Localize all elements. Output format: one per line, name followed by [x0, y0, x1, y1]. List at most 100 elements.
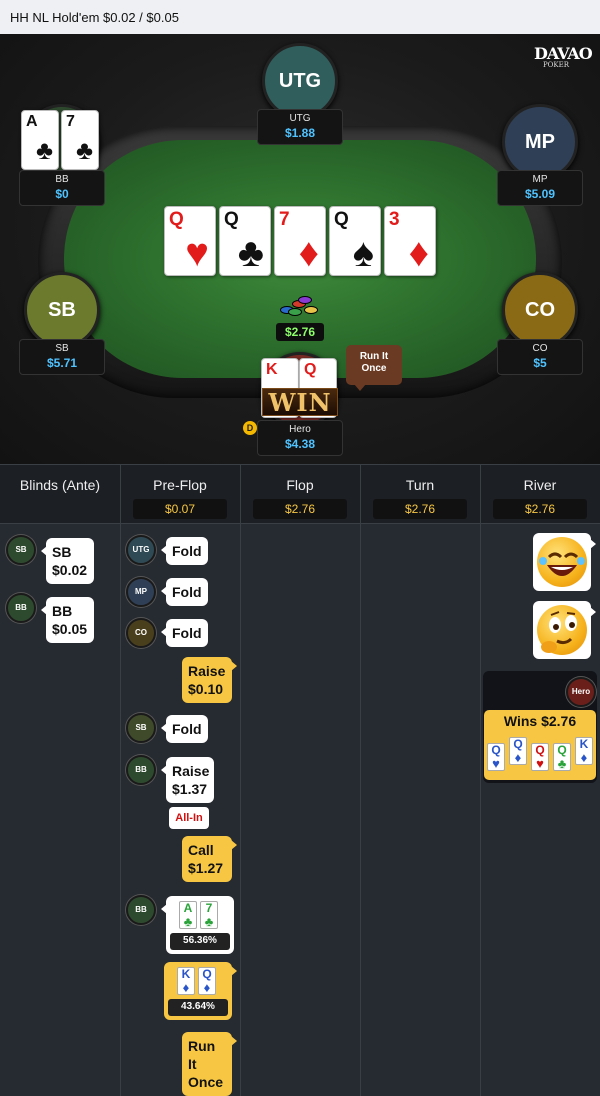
board-card-3: 7 ♦ [274, 206, 326, 276]
column-divider [120, 464, 121, 1096]
win-banner: WIN [262, 388, 338, 417]
seat-label-utg: UTG [278, 69, 322, 92]
column-turn: Turn $2.76 [360, 465, 480, 525]
card-rank: Q [557, 743, 567, 757]
card-rank: A [183, 901, 193, 915]
street-pot: $2.76 [253, 499, 347, 519]
seat-plate-hero: Hero $4.38 [257, 420, 343, 456]
wins-label: Wins $2.76 [503, 713, 577, 729]
seat-avatar-mp[interactable]: MP [502, 104, 578, 180]
diamond-suit-icon: ♦ [203, 980, 211, 995]
club-suit-icon: ♣ [237, 231, 264, 275]
position-token-sb: SB [126, 713, 156, 743]
mini-card: A ♣ [179, 901, 197, 929]
seat-avatar-utg[interactable]: UTG [262, 43, 338, 119]
diamond-suit-icon: ♦ [408, 231, 429, 275]
seat-avatar-sb[interactable]: SB [24, 272, 100, 348]
diamond-suit-icon: ♦ [298, 231, 319, 275]
action-bubble: SB $0.02 [41, 538, 94, 584]
card-rank: K [579, 737, 589, 751]
card-rank: A [26, 113, 38, 130]
player-name: SB [55, 343, 69, 354]
diamond-suit-icon: ♦ [514, 750, 522, 765]
diamond-suit-icon: ♦ [580, 750, 588, 765]
club-suit-icon: ♣ [36, 135, 54, 165]
dealer-button: D [243, 421, 257, 435]
card-rank: K [266, 361, 278, 378]
column-flop: Flop $2.76 [240, 465, 360, 525]
player-name: Hero [289, 424, 311, 435]
club-suit-icon: ♣ [557, 756, 567, 771]
seat-label-co: CO [525, 298, 555, 321]
action-bubble: Fold [161, 619, 208, 647]
seat-plate-co: CO $5 [497, 339, 583, 375]
action-bubble: Fold [161, 537, 208, 565]
mini-card: 7 ♣ [200, 901, 218, 929]
column-divider [360, 464, 361, 1096]
seat-plate-bb: BB $0 [19, 170, 105, 206]
card-rank: 7 [66, 113, 75, 130]
position-token-utg: UTG [126, 535, 156, 565]
diamond-suit-icon: ♦ [182, 980, 190, 995]
card-rank: Q [304, 361, 317, 378]
street-pot: $2.76 [493, 499, 587, 519]
seat-plate-sb: SB $5.71 [19, 339, 105, 375]
bb-hole-card-1: A ♣ [21, 110, 59, 170]
player-stack: $1.88 [284, 126, 316, 140]
seat-plate-mp: MP $5.09 [497, 170, 583, 206]
column-title: Turn [405, 477, 435, 493]
position-token-bb: BB [126, 895, 156, 925]
column-divider [240, 464, 241, 1096]
equity-label: 43.64% [168, 999, 228, 1016]
card-rank: 7 [279, 209, 290, 230]
club-suit-icon: ♣ [76, 135, 94, 165]
mini-card: Q ♦ [198, 967, 216, 995]
mini-card: K ♦ [177, 967, 195, 995]
seat-label-sb: SB [48, 298, 76, 321]
action-bubble: Fold [161, 578, 208, 606]
card-rank: 7 [205, 901, 213, 915]
laughing-emoji-icon [533, 533, 596, 591]
action-bubble: Raise $1.37 [161, 757, 214, 803]
street-pot: $0.07 [133, 499, 227, 519]
pot-chips-icon [278, 296, 322, 318]
player-stack: $4.38 [284, 437, 316, 451]
board-card-5: 3 ♦ [384, 206, 436, 276]
hero-action-bubble: Run It Once [182, 1032, 237, 1096]
window-title: HH NL Hold'em $0.02 / $0.05 [0, 0, 600, 34]
column-title: Pre-Flop [153, 477, 207, 493]
card-rank: K [181, 967, 191, 981]
position-token-bb: BB [126, 755, 156, 785]
action-bubble: Fold [161, 715, 208, 743]
position-token-sb: SB [6, 535, 36, 565]
card-rank: Q [224, 209, 239, 230]
seat-plate-utg: UTG $1.88 [257, 109, 343, 145]
bb-hole-card-2: 7 ♣ [61, 110, 99, 170]
seat-label-mp: MP [525, 130, 555, 153]
position-token-hero: Hero [566, 677, 596, 707]
hero-action-bubble: Raise $0.10 [182, 657, 237, 703]
card-rank: Q [202, 967, 212, 981]
run-it-once-bubble: Run It Once [346, 345, 402, 391]
card-rank: 3 [389, 209, 400, 230]
player-stack: $5.09 [524, 187, 556, 201]
player-stack: $5 [533, 356, 547, 370]
hand-history-header: Blinds (Ante) Pre-Flop $0.07 Flop $2.76 … [0, 464, 600, 524]
heart-suit-icon: ♥ [536, 756, 544, 771]
card-rank: Q [491, 743, 501, 757]
davao-poker-logo: DAVAO POKER [534, 44, 593, 69]
heart-suit-icon: ♥ [185, 231, 209, 275]
column-title: River [523, 477, 557, 493]
column-blinds: Blinds (Ante) [0, 465, 120, 525]
spade-suit-icon: ♠ [352, 231, 374, 275]
player-stack: $5.71 [46, 356, 78, 370]
mini-card: K ♦ [575, 737, 593, 765]
seat-avatar-co[interactable]: CO [502, 272, 578, 348]
card-rank: Q [169, 209, 184, 230]
column-river: River $2.76 [480, 465, 600, 525]
board-card-2: Q ♣ [219, 206, 271, 276]
player-name: BB [55, 174, 69, 185]
position-token-bb: BB [6, 593, 36, 623]
thinking-emoji-icon [533, 601, 596, 659]
heart-suit-icon: ♥ [492, 756, 500, 771]
